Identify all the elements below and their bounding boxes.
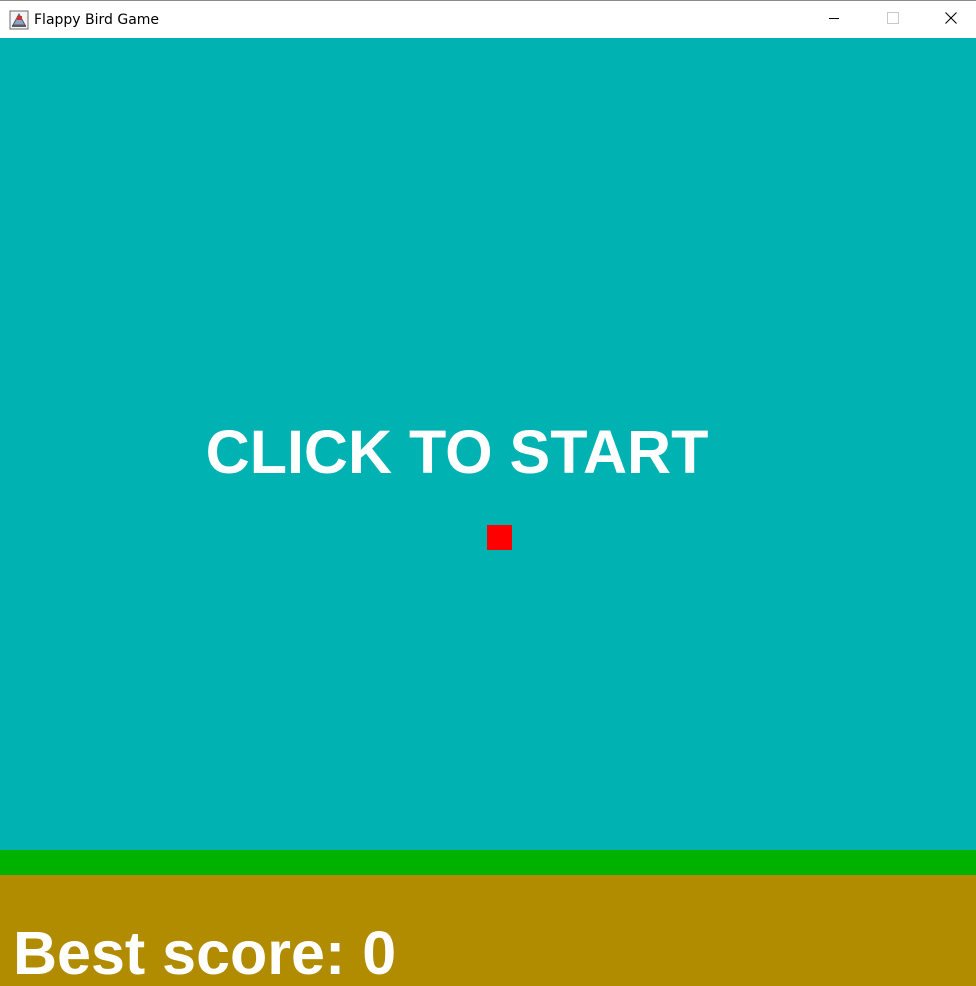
bird [487,525,512,550]
best-score-label: Best score: 0 [13,919,397,986]
maximize-icon [887,11,899,29]
minimize-button[interactable] [805,1,863,38]
game-window: Flappy Bird Game CLICK TO START Best sco… [0,0,976,986]
close-button[interactable] [922,1,976,38]
java-cup-icon [9,10,29,30]
minimize-icon [828,11,840,29]
title-bar[interactable]: Flappy Bird Game [0,0,976,38]
click-to-start-prompt: CLICK TO START [205,418,709,486]
close-icon [945,11,957,29]
window-title: Flappy Bird Game [34,12,160,28]
maximize-button[interactable] [864,1,922,38]
grass-strip [0,850,976,875]
